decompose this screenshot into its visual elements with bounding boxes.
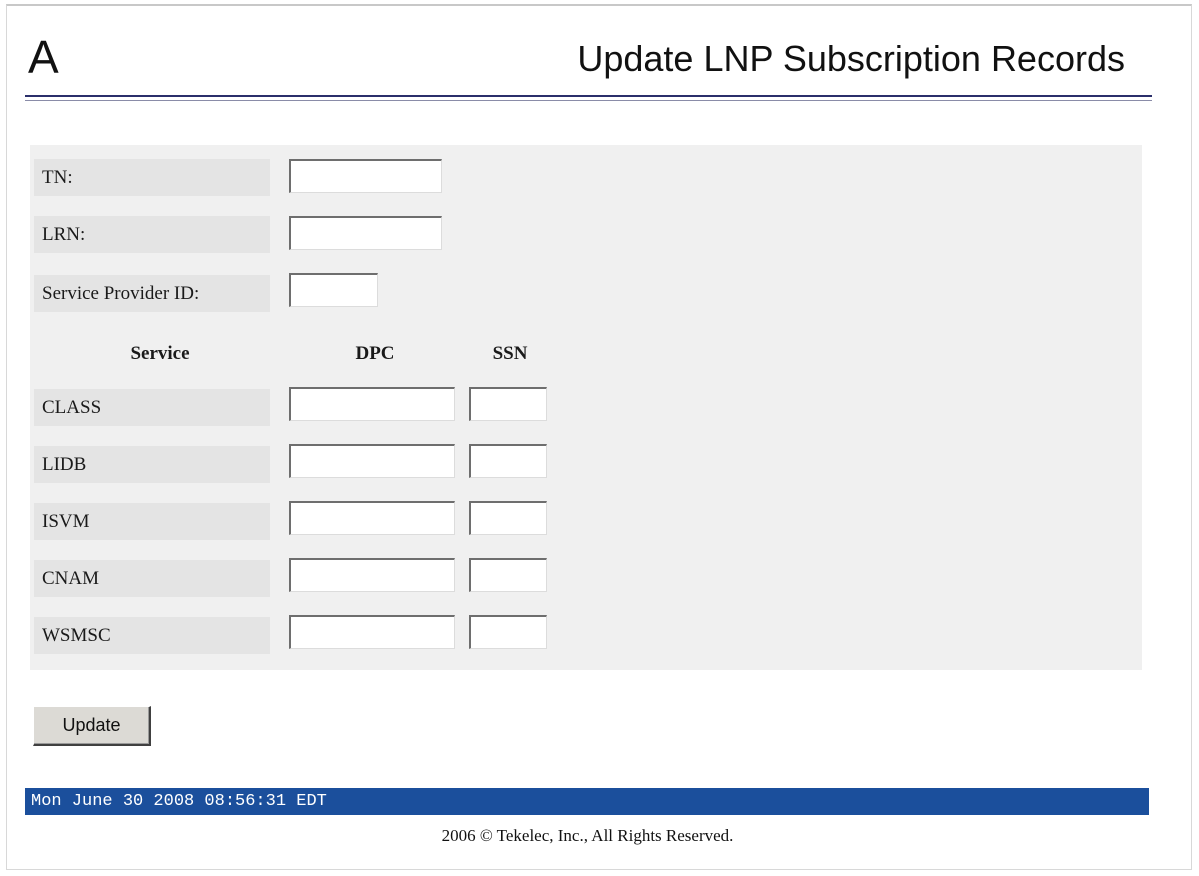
lidb-dpc-input[interactable] (289, 444, 455, 478)
service-isvm-label: ISVM (34, 503, 270, 540)
service-cnam-label: CNAM (34, 560, 270, 597)
wsmsc-dpc-input[interactable] (289, 615, 455, 649)
isvm-dpc-input[interactable] (289, 501, 455, 535)
copyright-footer: 2006 © Tekelec, Inc., All Rights Reserve… (441, 826, 734, 845)
ssn-column-header: SSN (492, 343, 528, 364)
status-bar: Mon June 30 2008 08:56:31 EDT (25, 788, 1149, 815)
cnam-ssn-input[interactable] (469, 558, 547, 592)
brand-letter: A (28, 31, 59, 83)
lrn-label: LRN: (34, 216, 270, 253)
service-column-header: Service (130, 343, 190, 364)
tn-label: TN: (34, 159, 270, 196)
tn-input[interactable] (289, 159, 442, 193)
class-ssn-input[interactable] (469, 387, 547, 421)
isvm-ssn-input[interactable] (469, 501, 547, 535)
lidb-ssn-input[interactable] (469, 444, 547, 478)
spid-label: Service Provider ID: (34, 275, 270, 312)
page-title: Update LNP Subscription Records (577, 38, 1125, 79)
cnam-dpc-input[interactable] (289, 558, 455, 592)
wsmsc-ssn-input[interactable] (469, 615, 547, 649)
service-lidb-label: LIDB (34, 446, 270, 483)
service-class-label: CLASS (34, 389, 270, 426)
update-button[interactable]: Update (33, 706, 151, 746)
lrn-input[interactable] (289, 216, 442, 250)
header-divider (25, 95, 1152, 97)
class-dpc-input[interactable] (289, 387, 455, 421)
dpc-column-header: DPC (355, 343, 395, 364)
status-datetime: Mon June 30 2008 08:56:31 EDT (31, 792, 327, 811)
header-divider-secondary (25, 100, 1152, 101)
spid-input[interactable] (289, 273, 378, 307)
service-wsmsc-label: WSMSC (34, 617, 270, 654)
